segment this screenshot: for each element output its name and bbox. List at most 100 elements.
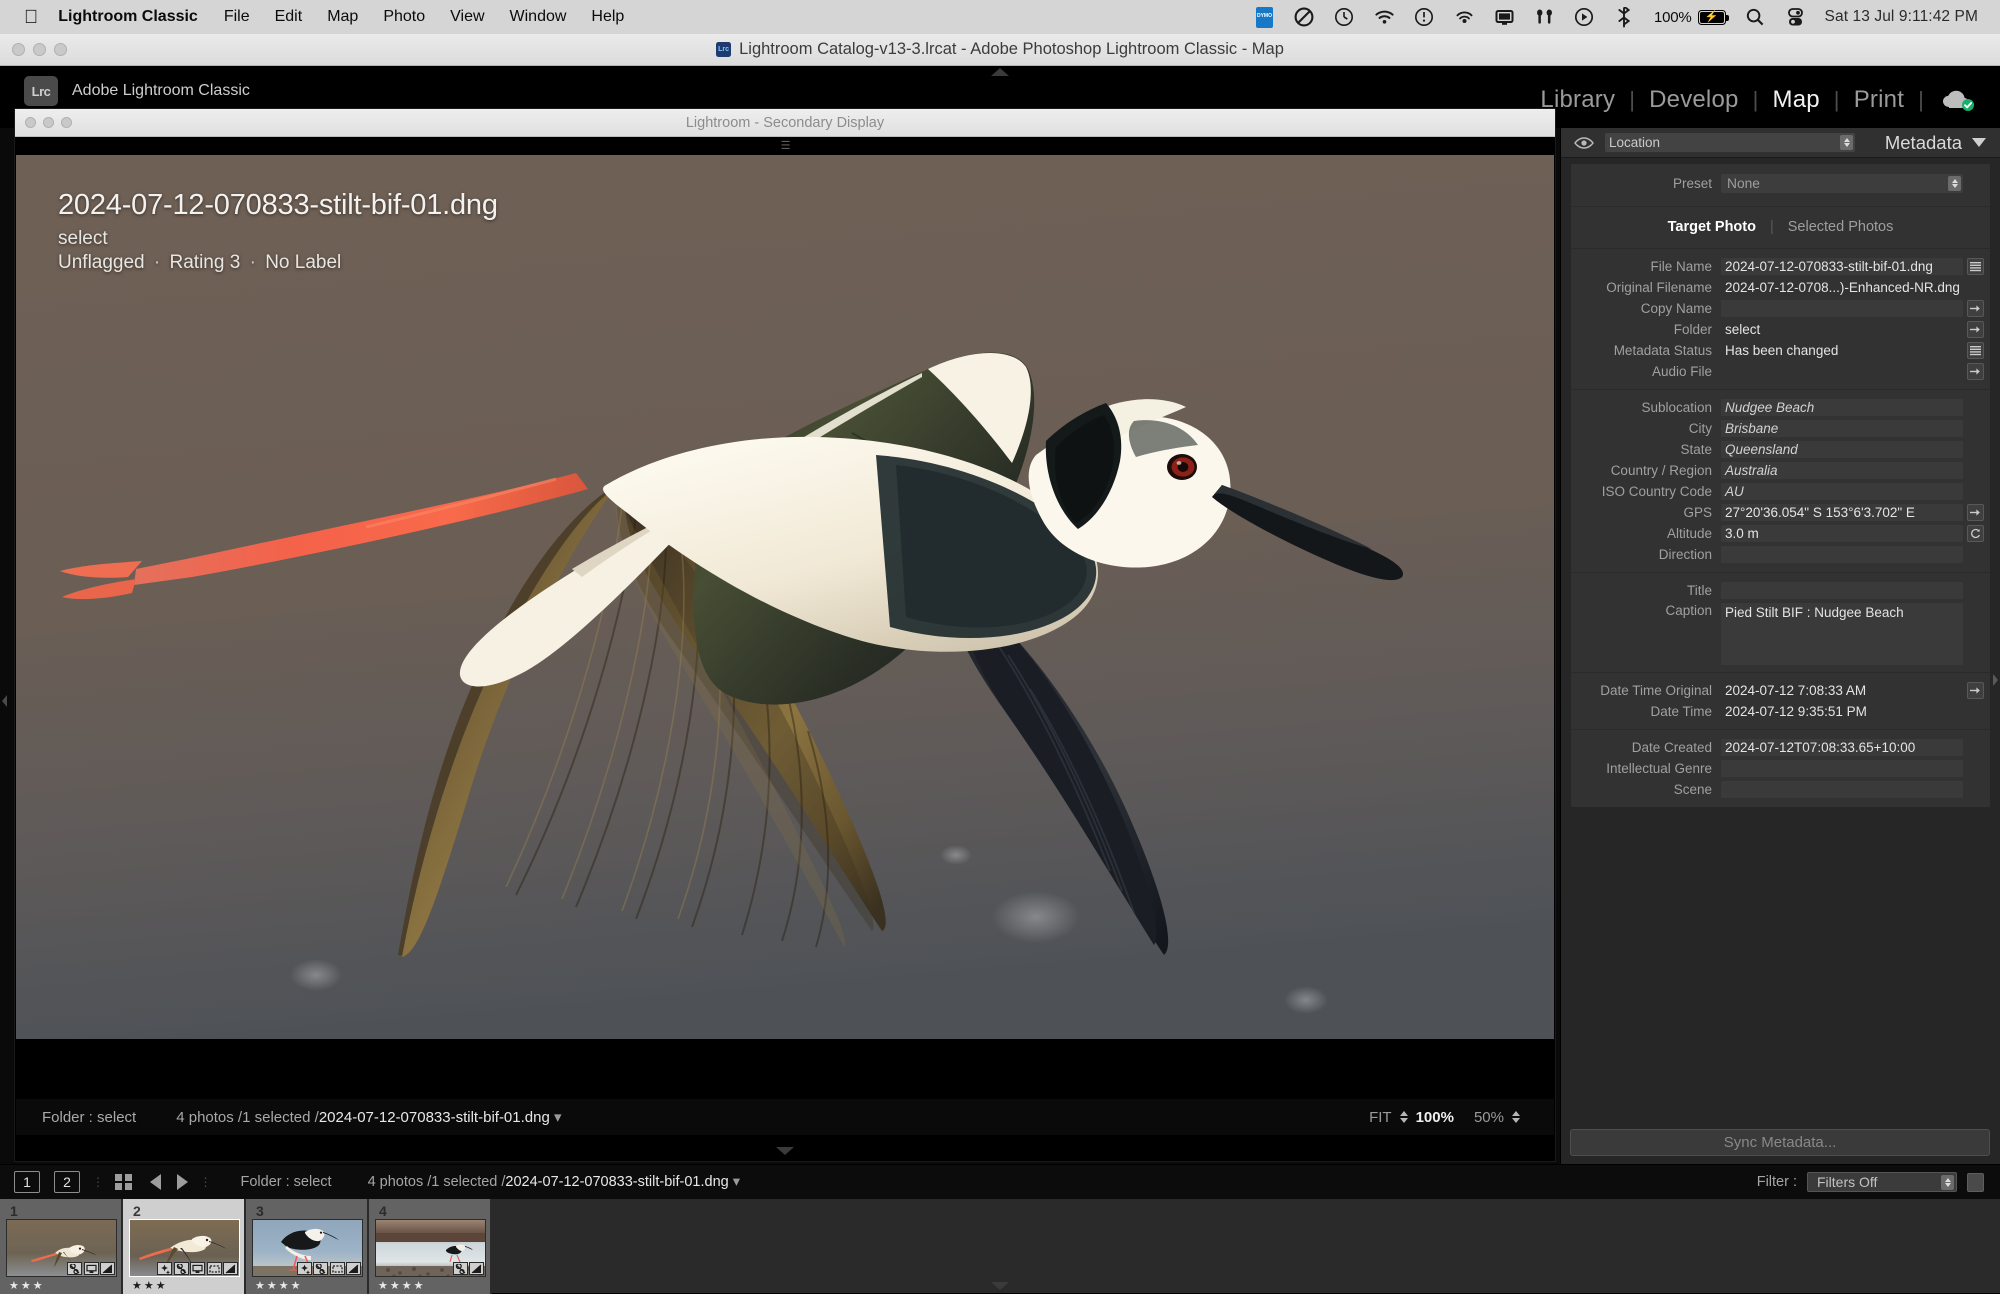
keyword-icon[interactable] [157,1262,172,1275]
crop-icon[interactable] [173,1262,189,1275]
adjust-icon[interactable] [223,1262,238,1275]
bluetooth-icon[interactable] [1614,6,1635,28]
secondary-display-2-button[interactable]: 2 [54,1171,80,1193]
filter-stepper[interactable] [1941,1175,1954,1190]
preset-stepper[interactable] [1948,176,1961,191]
secondary-top-grip[interactable]: ☰ [781,139,791,152]
list-item[interactable]: 4 ★★★★ [369,1199,492,1294]
airpods-icon[interactable] [1534,7,1555,28]
filter-select[interactable]: Filters Off [1807,1172,1957,1192]
secondary-bottom-grip[interactable] [776,1147,794,1155]
clock-icon[interactable] [1334,7,1355,28]
menu-view[interactable]: View [450,8,484,26]
field-value-title[interactable] [1721,582,1963,599]
right-panel-hide-arrow[interactable] [1989,666,2000,694]
secondary-display-1-button[interactable]: 1 [14,1171,40,1193]
field-value-altitude[interactable]: 3.0 m [1721,525,1963,542]
list-item[interactable]: 2 ★★★ [123,1199,246,1294]
visibility-eye-icon[interactable] [1573,135,1595,151]
triangle-down-icon[interactable] [1972,138,1986,147]
thumbnail-rating[interactable]: ★★★★ [375,1279,484,1292]
goto-icon[interactable] [1967,363,1984,380]
menu-file[interactable]: File [224,8,250,26]
wifi-icon[interactable] [1374,7,1395,28]
sync-metadata-button[interactable]: Sync Metadata... [1570,1129,1990,1156]
list-item[interactable]: 3 ★★★★ [246,1199,369,1294]
zoom-50-stepper[interactable] [1512,1111,1520,1123]
module-print[interactable]: Print [1840,86,1918,114]
filmstrip-counts[interactable]: 4 photos /1 selected /2024-07-12-070833-… [368,1174,740,1190]
identity-plate[interactable]: Lrc Adobe Lightroom Classic [24,76,250,106]
field-value-sublocation[interactable]: Nudgee Beach [1721,399,1963,416]
display-icon[interactable] [1494,7,1515,28]
dymo-icon[interactable]: DYMO [1254,6,1275,28]
control-center-icon[interactable] [1785,7,1806,28]
frame-icon[interactable] [206,1262,222,1275]
image-preview-stage[interactable]: 2024-07-12-070833-stilt-bif-01.dng selec… [16,155,1554,1039]
field-value-iso-country-code[interactable]: AU [1721,483,1963,500]
adjust-icon[interactable] [346,1262,361,1275]
bottom-panel-grip[interactable] [991,1282,1009,1290]
goto-icon[interactable] [1967,504,1984,521]
preset-select[interactable]: None [1721,174,1963,193]
metadata-view-select[interactable]: Location [1605,133,1855,152]
field-value-file-name[interactable]: 2024-07-12-070833-stilt-bif-01.dng [1721,258,1963,275]
top-panel-grip[interactable] [991,68,1009,76]
tab-target-photo[interactable]: Target Photo [1668,219,1756,235]
goto-icon[interactable] [1967,682,1984,699]
chevron-down-icon[interactable]: ▾ [733,1174,740,1190]
zoom-100-label[interactable]: 100% [1416,1109,1454,1126]
field-value-gps[interactable]: 27°20'36.054" S 153°6'3.702" E [1721,504,1963,521]
metadata-view-stepper[interactable] [1840,135,1853,150]
menu-window[interactable]: Window [510,8,567,26]
field-value-caption[interactable]: Pied Stilt BIF : Nudgee Beach [1721,603,1963,665]
left-panel-show-arrow[interactable] [0,686,10,716]
zoom-fit-stepper[interactable] [1399,1111,1408,1123]
crop-icon[interactable] [67,1262,82,1275]
menubar-clock[interactable]: Sat 13 Jul 9:11:42 PM [1825,8,1978,26]
menu-photo[interactable]: Photo [383,8,425,26]
no-entry-icon[interactable] [1294,7,1315,28]
field-value-scene[interactable] [1721,781,1963,798]
arrow-right-icon[interactable] [176,1174,188,1190]
thumbnail-rating[interactable]: ★★★ [6,1279,115,1292]
list-icon[interactable] [1967,342,1984,359]
field-value-date-created[interactable]: 2024-07-12T07:08:33.65+10:00 [1721,739,1963,756]
apple-logo-icon[interactable]:  [24,8,38,27]
refresh-icon[interactable] [1967,525,1984,542]
goto-icon[interactable] [1967,321,1984,338]
filter-toggle-button[interactable] [1967,1172,1984,1192]
grid-view-icon[interactable] [115,1173,132,1191]
list-icon[interactable] [1967,258,1984,275]
thumbnail-rating[interactable]: ★★★★ [252,1279,361,1292]
thumbnail-image[interactable] [6,1219,117,1277]
thumbnail-rating[interactable]: ★★★ [129,1279,238,1292]
menubar-app-name[interactable]: Lightroom Classic [58,8,198,26]
adjust-icon[interactable] [100,1262,115,1275]
crop-icon[interactable] [313,1262,328,1275]
field-value-country-region[interactable]: Australia [1721,462,1963,479]
field-value-direction[interactable] [1721,546,1963,563]
alert-clock-icon[interactable] [1414,7,1435,28]
menu-edit[interactable]: Edit [275,8,303,26]
frame-icon[interactable] [329,1262,345,1275]
module-map[interactable]: Map [1759,86,1834,114]
adjust-icon[interactable] [469,1262,484,1275]
field-value-intellectual-genre[interactable] [1721,760,1963,777]
field-value-state[interactable]: Queensland [1721,441,1963,458]
cloud-synced-icon[interactable] [1940,88,1976,112]
thumbnail-image[interactable] [252,1219,363,1277]
zoom-fit-label[interactable]: FIT [1369,1109,1392,1126]
search-icon[interactable] [1745,7,1766,28]
chevron-down-icon[interactable]: ▾ [554,1109,562,1126]
thumbnail-image[interactable] [375,1219,486,1277]
field-value-copy-name[interactable] [1721,300,1963,317]
metadata-panel-title-group[interactable]: Metadata [1885,132,1986,154]
thumbnail-image[interactable] [129,1219,240,1277]
tab-selected-photos[interactable]: Selected Photos [1788,219,1894,235]
crop-icon[interactable] [452,1262,468,1275]
develop-icon[interactable] [190,1262,205,1275]
airplay-audio-icon[interactable] [1454,7,1475,28]
zoom-50-label[interactable]: 50% [1474,1109,1504,1126]
secondary-counts[interactable]: 4 photos /1 selected /2024-07-12-070833-… [136,1108,561,1126]
